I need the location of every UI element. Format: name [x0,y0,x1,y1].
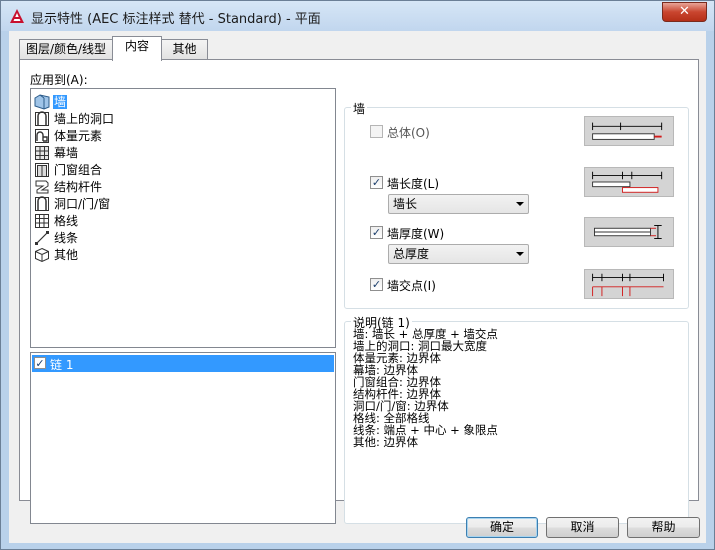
tab-contents[interactable]: 内容 [112,36,162,61]
list-item[interactable]: 墙 [34,94,68,111]
autocad-logo-icon [10,9,24,23]
total-label: 总体(O) [387,126,430,140]
list-item[interactable]: 结构杆件 [34,179,103,196]
list-item-label: 门窗组合 [54,163,103,177]
list-item[interactable]: 格线 [34,213,79,230]
list-item[interactable]: 体量元素 [34,128,103,145]
grid-icon [35,214,49,228]
chain-item-label: 链 1 [50,358,74,372]
list-item[interactable]: 线条 [34,230,79,247]
close-button[interactable]: ✕ [662,2,707,22]
checkmark-icon: ✓ [371,176,382,189]
wall-thickness-preview-image [584,217,674,247]
wall-thickness-label: 墙厚度(W) [387,227,445,241]
list-item[interactable]: 其他 [34,247,79,264]
description-group: 说明(链 1) 墙: 墙长 + 总厚度 + 墙交点 墙上的洞口: 洞口最大宽度 … [344,314,689,524]
help-button[interactable]: 帮助 [627,517,700,538]
structural-member-icon [35,180,49,194]
wall-length-checkbox[interactable]: ✓ [370,176,383,189]
wall-group-title: 墙 [351,100,368,117]
chain-list-item[interactable]: ✓ 链 1 [32,355,334,372]
wall-length-preview-image [584,167,674,197]
list-item[interactable]: 幕墙 [34,145,79,162]
checkmark-icon: ✓ [35,357,45,370]
list-item-label: 幕墙 [54,146,79,160]
window-title: 显示特性 (AEC 标注样式 替代 - Standard) - 平面 [31,12,321,27]
apply-to-list[interactable]: 墙 墙上的洞口 体量元素 幕墙 门窗组合 结构杆件 洞口/门/窗 格线 线条 其… [30,88,336,348]
mass-element-icon [35,129,49,143]
tab-panel-contents: 应用到(A): 墙 墙上的洞口 体量元素 幕墙 门窗组合 结构杆件 洞口/门/窗… [19,59,699,524]
total-preview-image [584,116,674,146]
wall-length-dropdown-value: 墙长 [393,197,418,211]
wall-intersection-checkbox[interactable]: ✓ [370,278,383,291]
apply-to-label: 应用到(A): [30,73,88,87]
list-item-label: 体量元素 [54,129,103,143]
cancel-button[interactable]: 取消 [546,517,619,538]
list-item-label: 结构杆件 [54,180,103,194]
dialog-client-area: 图层/颜色/线型 内容 其他 应用到(A): 墙 墙上的洞口 体量元素 幕墙 门… [9,31,706,543]
wall-intersection-preview-image [584,269,674,299]
line-icon [35,231,49,245]
other-cube-icon [35,247,49,263]
description-text: 墙: 墙长 + 总厚度 + 墙交点 墙上的洞口: 洞口最大宽度 体量元素: 边界… [353,327,498,449]
total-checkbox[interactable] [370,125,383,138]
list-item-label: 洞口/门/窗 [54,197,111,211]
list-item-label: 格线 [54,214,79,228]
list-item-label: 墙上的洞口 [54,112,115,126]
tab-layer-color-linetype[interactable]: 图层/颜色/线型 [19,39,113,60]
list-item-label: 其他 [54,248,79,262]
title-bar: 显示特性 (AEC 标注样式 替代 - Standard) - 平面 ✕ [1,1,714,31]
wall-length-label: 墙长度(L) [387,177,440,191]
list-item-label: 墙 [53,95,68,109]
checkmark-icon: ✓ [371,278,382,291]
dialog-window: 显示特性 (AEC 标注样式 替代 - Standard) - 平面 ✕ 图层/… [0,0,715,550]
list-item[interactable]: 门窗组合 [34,162,103,179]
list-item[interactable]: 墙上的洞口 [34,111,115,128]
curtain-wall-icon [35,146,49,160]
ok-button[interactable]: 确定 [466,517,538,538]
opening-door-window-icon [35,196,49,211]
list-item-label: 线条 [54,231,79,245]
wall-thickness-dropdown[interactable]: 总厚度 [388,244,529,264]
chevron-down-icon [516,252,524,256]
chain-checkbox[interactable]: ✓ [34,357,46,369]
door-window-assembly-icon [35,163,49,177]
wall-thickness-checkbox[interactable]: ✓ [370,226,383,239]
chain-list[interactable]: ✓ 链 1 [30,352,336,524]
wall-thickness-dropdown-value: 总厚度 [393,247,430,261]
wall-intersection-label: 墙交点(I) [387,279,436,293]
tab-other[interactable]: 其他 [161,39,208,60]
wall-length-dropdown[interactable]: 墙长 [388,194,529,214]
list-item[interactable]: 洞口/门/窗 [34,196,111,213]
wall-icon [34,94,50,110]
chevron-down-icon [516,202,524,206]
wall-opening-icon [35,111,49,126]
checkmark-icon: ✓ [371,226,382,239]
wall-group: 墙 总体(O) ✓ 墙长度(L) 墙长 ✓ 墙厚度(W) 总厚度 ✓ 墙交点(I… [344,100,689,309]
